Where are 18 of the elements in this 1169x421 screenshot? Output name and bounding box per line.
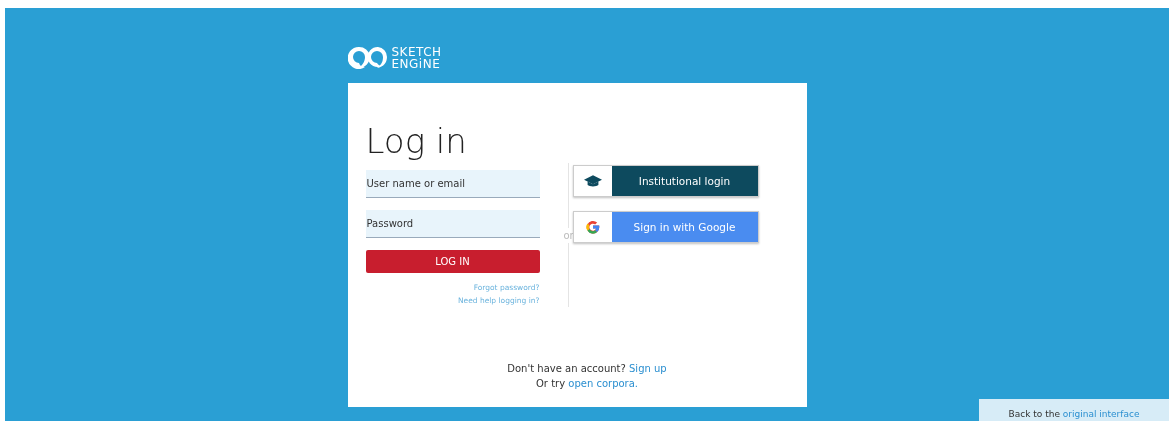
logo-text: SKETCH: [391, 46, 442, 58]
input-field[interactable]: User name or email: [365, 170, 540, 198]
open-corpora-text: Or try open corpora.: [534, 377, 639, 391]
logo-icon: [347, 45, 388, 71]
open-corpora-link[interactable]: open corpora.: [568, 378, 638, 389]
page-title: Log in: [365, 121, 468, 161]
original-interface-link[interactable]: original interface: [1062, 409, 1140, 419]
input-field[interactable]: Password: [365, 210, 540, 238]
signup-link[interactable]: Sign up: [629, 363, 667, 374]
graduation-cap-icon: [583, 174, 602, 188]
logo-text: ENGiNE: [391, 58, 442, 70]
google-icon: [585, 220, 600, 234]
signup-text: Don't have an account? Sign up: [506, 362, 668, 376]
back-text: Back to the original interface: [1008, 409, 1140, 419]
sign-in-button[interactable]: Sign in with Google: [572, 211, 759, 243]
login-button[interactable]: LOG IN: [365, 250, 540, 273]
separator-text: or: [563, 228, 574, 243]
sign-in-button[interactable]: Institutional login: [572, 165, 759, 197]
